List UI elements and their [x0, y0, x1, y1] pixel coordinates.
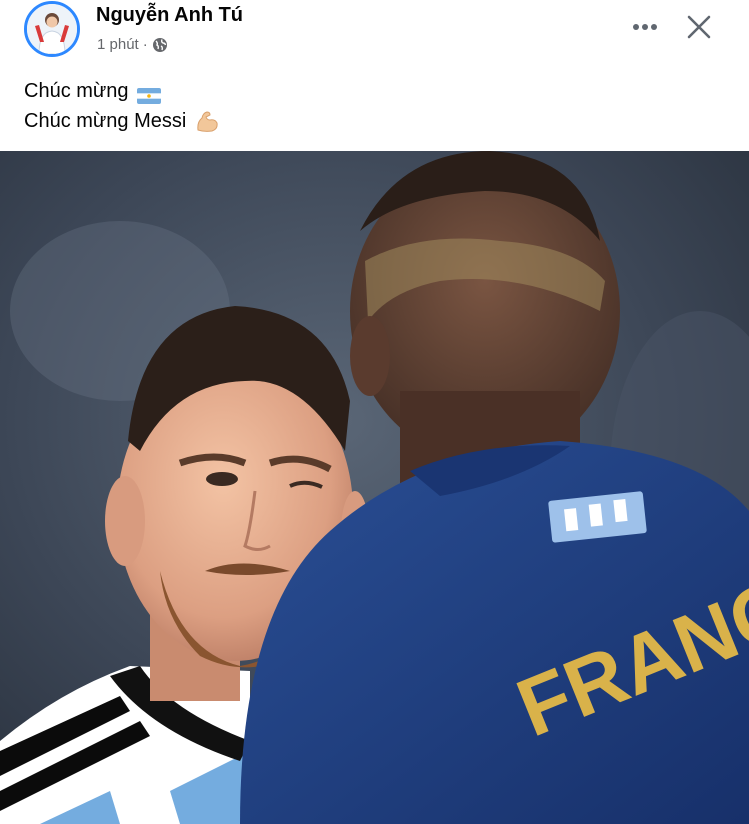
post-line-2: Chúc mừng Messi	[24, 106, 220, 136]
post-text: Chúc mừng Chúc mừng Messi	[24, 76, 220, 136]
post-photo[interactable]: FRANC	[0, 151, 749, 824]
post-header: Nguyễn Anh Tú 1 phút ·	[0, 0, 749, 70]
flexed-biceps-icon	[194, 108, 220, 134]
football-players-image: FRANC	[0, 151, 749, 824]
author-avatar[interactable]	[24, 1, 80, 57]
avatar-image	[27, 4, 77, 54]
post-time[interactable]: 1 phút	[97, 36, 139, 53]
globe-icon[interactable]	[152, 37, 168, 53]
post-line-1: Chúc mừng	[24, 76, 220, 106]
meta-separator: ·	[142, 36, 148, 53]
author-name[interactable]: Nguyễn Anh Tú	[96, 4, 243, 27]
post-line-2-text: Chúc mừng Messi	[24, 110, 187, 132]
argentina-flag-icon	[136, 83, 161, 104]
post-meta: 1 phút ·	[97, 36, 168, 53]
more-horizontal-icon	[633, 24, 657, 30]
post-line-1-text: Chúc mừng	[24, 80, 129, 102]
close-icon	[687, 15, 711, 39]
more-options-button[interactable]	[625, 10, 665, 44]
close-button[interactable]	[680, 8, 718, 46]
